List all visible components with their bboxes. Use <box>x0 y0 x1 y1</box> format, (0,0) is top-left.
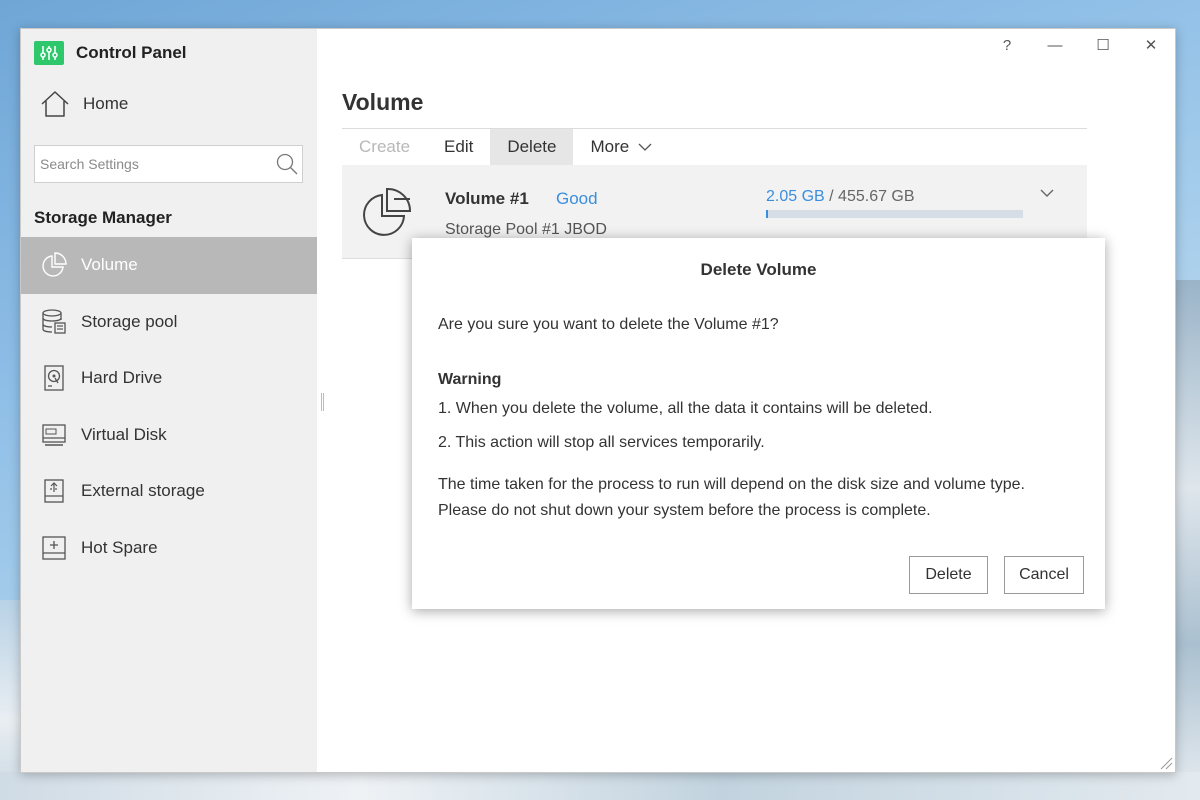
home-icon <box>41 91 69 117</box>
sidebar-item-volume[interactable]: Volume <box>21 237 317 294</box>
sidebar-item-label: Virtual Disk <box>81 424 167 444</box>
sidebar-item-label: Storage pool <box>81 311 178 331</box>
resize-grip-icon[interactable] <box>1159 756 1173 770</box>
window-controls: ? — ☐ ✕ <box>983 29 1175 61</box>
used-capacity: 2.05 GB <box>766 188 825 205</box>
close-button[interactable]: ✕ <box>1127 29 1175 61</box>
status-badge: Good <box>556 189 598 208</box>
shutdown-note: Please do not shut down your system befo… <box>438 502 931 519</box>
toolbar: Create Edit Delete More <box>342 129 669 165</box>
sidebar-splitter-handle[interactable] <box>321 393 324 411</box>
volume-pool-info: Storage Pool #1 JBOD <box>445 221 607 238</box>
dialog-question: Are you sure you want to delete the Volu… <box>438 316 779 333</box>
hard-drive-icon <box>44 365 64 391</box>
sidebar-item-storage-pool[interactable]: Storage pool <box>21 294 317 351</box>
page-title: Volume <box>342 89 424 115</box>
volume-name: Volume #1 <box>445 189 529 208</box>
control-panel-logo-icon <box>34 41 64 65</box>
sidebar-item-label: Hot Spare <box>81 537 158 557</box>
app-title: Control Panel <box>76 43 187 62</box>
warning-item-2: 2. This action will stop all services te… <box>438 434 765 451</box>
usage-progress-fill <box>766 210 768 218</box>
sidebar-item-external-storage[interactable]: External storage <box>21 463 317 520</box>
create-button[interactable]: Create <box>342 129 427 165</box>
database-icon <box>42 309 66 334</box>
hot-spare-icon <box>42 536 66 560</box>
virtual-disk-icon <box>42 424 66 446</box>
pie-chart-icon <box>42 252 67 277</box>
more-dropdown[interactable]: More <box>573 129 669 165</box>
usage-progress-bar <box>766 210 1023 218</box>
total-capacity: 455.67 GB <box>838 188 915 205</box>
search-icon[interactable] <box>272 152 302 176</box>
home-label: Home <box>83 94 129 113</box>
external-storage-icon <box>44 479 64 503</box>
search-box <box>34 145 303 183</box>
confirm-delete-button[interactable]: Delete <box>909 556 988 594</box>
app-header: Control Panel <box>34 41 187 65</box>
storage-nav: Volume Storage pool Hard Drive Virtual D… <box>21 237 317 576</box>
sidebar-item-virtual-disk[interactable]: Virtual Disk <box>21 407 317 464</box>
sidebar-item-hard-drive[interactable]: Hard Drive <box>21 350 317 407</box>
sidebar-item-hot-spare[interactable]: Hot Spare <box>21 520 317 577</box>
chevron-down-icon[interactable] <box>1039 187 1055 199</box>
storage-manager-heading: Storage Manager <box>34 208 172 227</box>
delete-toolbar-button[interactable]: Delete <box>490 129 574 165</box>
warning-heading: Warning <box>438 371 502 388</box>
sidebar-item-label: Hard Drive <box>81 368 163 388</box>
home-link[interactable]: Home <box>39 89 128 119</box>
search-input[interactable] <box>35 146 272 182</box>
sidebar-item-label: External storage <box>81 481 205 501</box>
warning-item-1: 1. When you delete the volume, all the d… <box>438 400 933 417</box>
edit-button[interactable]: Edit <box>427 129 490 165</box>
maximize-button[interactable]: ☐ <box>1079 29 1127 61</box>
volume-usage-text: 2.05 GB / 455.67 GB <box>766 188 915 206</box>
help-button[interactable]: ? <box>983 29 1031 61</box>
pie-chart-icon <box>363 187 412 236</box>
chevron-down-icon <box>638 143 652 151</box>
more-label: More <box>590 137 630 156</box>
dialog-notes: The time taken for the process to run wi… <box>438 472 1078 524</box>
dialog-title: Delete Volume <box>700 260 817 279</box>
cancel-button[interactable]: Cancel <box>1004 556 1084 594</box>
sidebar-item-label: Volume <box>81 255 138 275</box>
delete-volume-dialog: Delete Volume Are you sure you want to d… <box>412 238 1105 609</box>
minimize-button[interactable]: — <box>1031 29 1079 61</box>
sidebar: Control Panel Home Storage Manager <box>21 29 317 772</box>
usage-separator: / <box>824 188 839 205</box>
time-note: The time taken for the process to run wi… <box>438 476 1025 493</box>
